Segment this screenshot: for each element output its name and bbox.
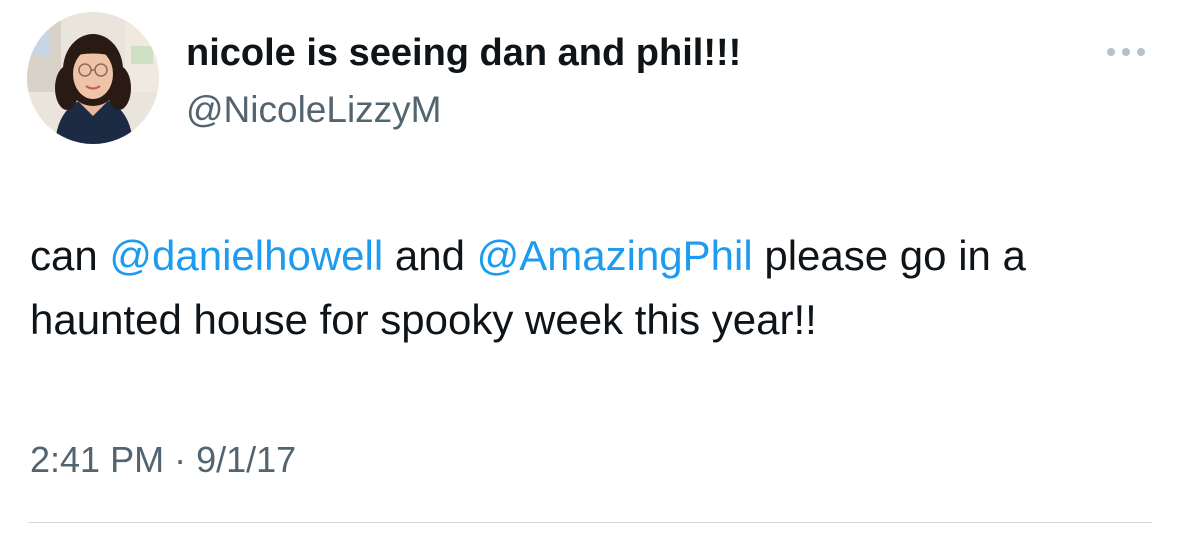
- tweet-text-segment: can: [30, 232, 110, 279]
- author-names: nicole is seeing dan and phil!!! @Nicole…: [186, 30, 741, 132]
- tweet-text-segment: and: [383, 232, 477, 279]
- profile-photo-icon: [27, 12, 159, 144]
- mention-link-amazingphil[interactable]: @AmazingPhil: [477, 232, 753, 279]
- username-handle[interactable]: @NicoleLizzyM: [186, 88, 741, 132]
- tweet-date-link[interactable]: 9/1/17: [196, 439, 296, 480]
- divider: [28, 522, 1152, 523]
- mention-link-danielhowell[interactable]: @danielhowell: [109, 232, 383, 279]
- more-horizontal-icon: [1107, 48, 1145, 56]
- tweet-text: can @danielhowell and @AmazingPhil pleas…: [30, 224, 1155, 352]
- more-options-button[interactable]: [1102, 40, 1150, 64]
- tweet-card: nicole is seeing dan and phil!!! @Nicole…: [0, 0, 1179, 537]
- tweet-time-link[interactable]: 2:41 PM: [30, 439, 164, 480]
- display-name[interactable]: nicole is seeing dan and phil!!!: [186, 30, 741, 76]
- avatar[interactable]: [27, 12, 159, 144]
- tweet-timestamp: 2:41 PM · 9/1/17: [30, 436, 296, 484]
- timestamp-separator: ·: [174, 439, 187, 480]
